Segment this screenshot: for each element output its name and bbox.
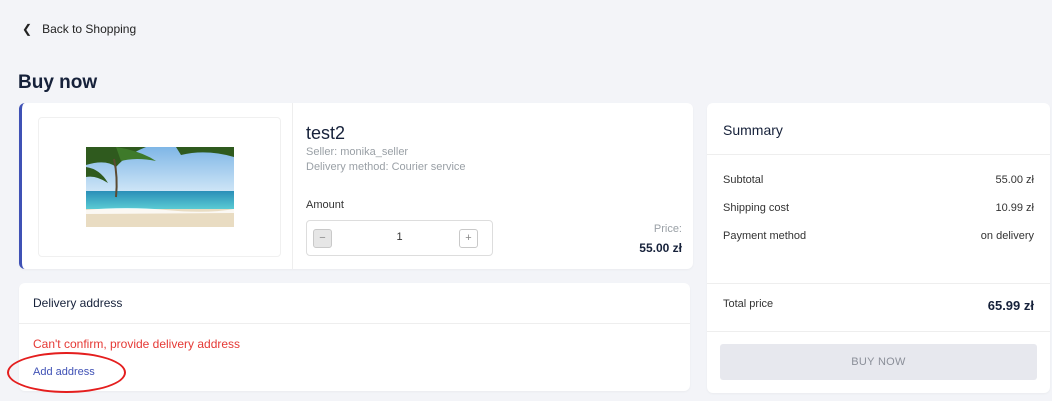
buy-now-button[interactable]: BUY NOW [720,344,1037,380]
total-price-label: Total price [723,298,774,310]
back-to-shopping-label: Back to Shopping [42,22,137,36]
delivery-address-card: Delivery address Can't confirm, provide … [19,283,690,391]
summary-row-label: Shipping cost [723,202,790,214]
product-name: test2 [306,123,346,143]
back-to-shopping-link[interactable]: ❮ Back to Shopping [22,22,136,36]
price-value: 55.00 zł [639,241,682,255]
delivery-warning: Can't confirm, provide delivery address [33,337,241,351]
total-price-value: 65.99 zł [987,298,1034,313]
add-address-link[interactable]: Add address [33,366,95,378]
product-image-frame [38,117,281,257]
chevron-left-icon: ❮ [22,22,33,36]
delivery-divider [19,323,690,324]
summary-row-shipping: Shipping cost 10.99 zł [723,202,1034,214]
product-card: test2 Seller: monika_seller Delivery met… [19,103,693,269]
page-title: Buy now [18,72,98,93]
decrease-quantity-button[interactable]: − [313,229,332,248]
summary-divider-bottom [707,331,1050,332]
quantity-stepper: 1 − + [306,220,493,256]
summary-row-value: on delivery [980,230,1034,242]
summary-divider-mid [707,283,1050,284]
summary-row-label: Payment method [723,230,807,242]
summary-row-value: 55.00 zł [995,174,1034,186]
product-seller: Seller: monika_seller [306,146,409,158]
summary-row-value: 10.99 zł [995,202,1034,214]
summary-card: Summary Subtotal 55.00 zł Shipping cost … [707,103,1050,393]
price-label: Price: [653,223,682,235]
product-image [85,147,234,227]
product-divider [292,103,293,269]
delivery-address-title: Delivery address [33,296,123,310]
summary-total-row: Total price 65.99 zł [723,298,1034,313]
summary-row-label: Subtotal [723,174,764,186]
buy-now-page: ❮ Back to Shopping Buy now test2 Seller:… [0,0,1052,401]
amount-label: Amount [306,199,344,211]
summary-row-subtotal: Subtotal 55.00 zł [723,174,1034,186]
increase-quantity-button[interactable]: + [459,229,478,248]
summary-row-payment: Payment method on delivery [723,230,1034,242]
summary-title: Summary [723,122,783,138]
product-delivery-method: Delivery method: Courier service [306,161,466,173]
summary-divider-top [707,154,1050,155]
